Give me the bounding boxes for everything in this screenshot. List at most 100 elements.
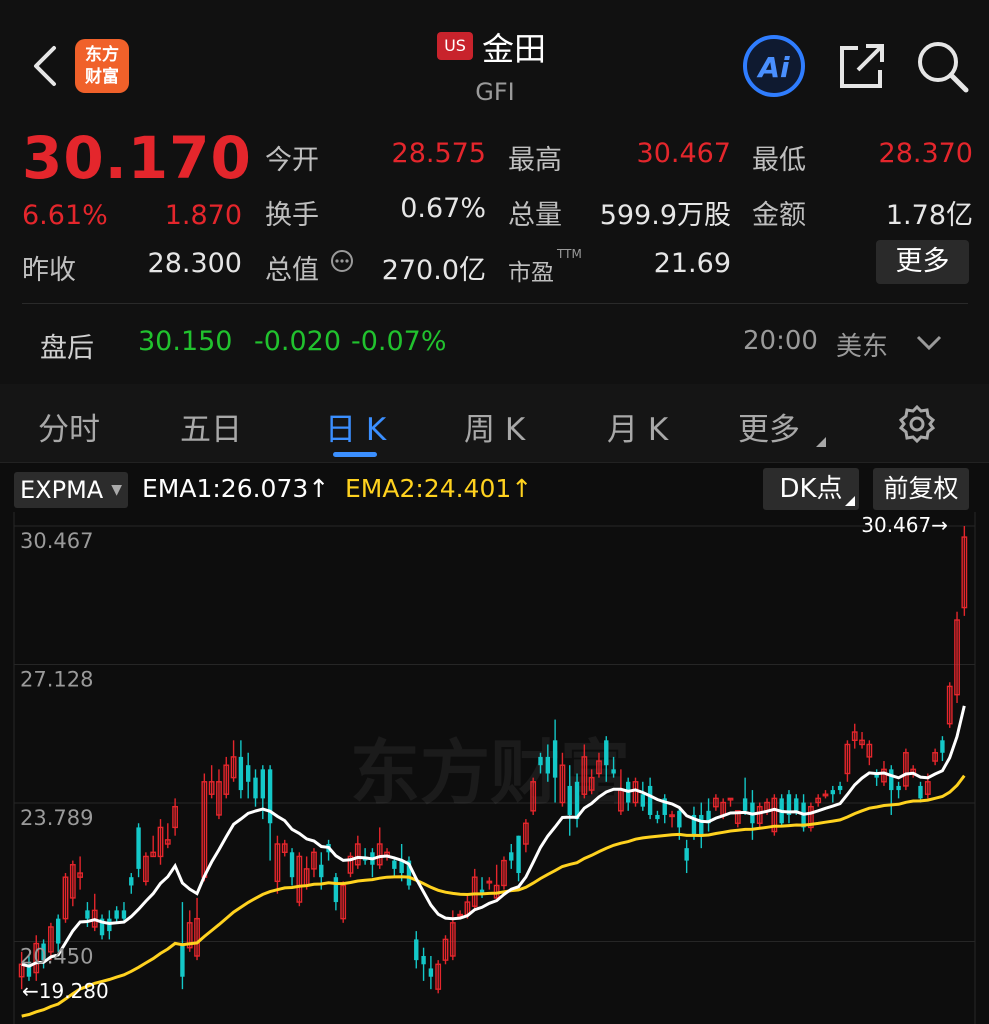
candle-body <box>940 740 945 753</box>
settings-gear-icon[interactable] <box>897 404 937 448</box>
candle-body <box>538 756 543 766</box>
divider <box>22 303 968 304</box>
turnover-label: 换手 <box>265 200 319 231</box>
adjust-button[interactable]: 前复权 <box>873 468 969 510</box>
candle-body <box>114 910 119 919</box>
ai-assistant-button[interactable]: Ai <box>742 34 806 98</box>
dk-corner-icon <box>845 496 855 506</box>
amount-value: 1.78亿 <box>885 200 973 231</box>
candle-body <box>742 798 748 811</box>
candle-body <box>421 955 426 965</box>
y-tick-label: 23.789 <box>20 806 93 830</box>
candle-body <box>289 852 295 878</box>
dk-point-button[interactable]: DK点 <box>763 468 859 510</box>
ema1-value: EMA1:26.073↑ <box>142 474 330 503</box>
candle-body <box>611 769 616 774</box>
tab-intraday[interactable]: 分时 <box>38 404 100 449</box>
volume-value: 599.9万股 <box>599 200 731 231</box>
open-value: 28.575 <box>391 138 486 169</box>
candle-body <box>509 852 514 861</box>
after-hours-change: -0.020 <box>254 326 342 357</box>
candle-body <box>253 777 258 799</box>
tab-five-day[interactable]: 五日 <box>180 404 242 449</box>
candle-body <box>85 910 90 919</box>
amount-label: 金额 <box>752 200 806 231</box>
pe-superscript: TTM <box>557 247 582 261</box>
candle-body <box>889 769 894 791</box>
candle-body <box>794 798 799 811</box>
open-label: 今开 <box>265 145 319 176</box>
candle-body <box>604 740 609 766</box>
candle-body <box>428 968 434 977</box>
candle-body <box>333 877 339 903</box>
candle-body <box>516 835 521 874</box>
y-tick-label: 20.450 <box>20 944 93 968</box>
tab-monthly-k[interactable]: 月 K <box>607 404 668 449</box>
tab-more-corner-icon <box>816 432 826 451</box>
last-price: 30.170 <box>22 124 252 192</box>
app-logo[interactable]: 东方 财富 <box>75 39 129 93</box>
candle-body <box>552 740 558 778</box>
candle-body <box>414 939 419 961</box>
candle-body <box>837 785 843 791</box>
pe-label: 市盈 <box>508 260 554 286</box>
pe-value: 21.69 <box>653 248 731 279</box>
y-tick-label: 30.467 <box>20 529 93 553</box>
high-label: 最高 <box>508 145 562 176</box>
candle-body <box>246 765 251 782</box>
candle-body <box>121 910 127 919</box>
active-tab-indicator <box>333 452 377 457</box>
after-hours-change-percent: -0.07% <box>351 326 447 357</box>
min-price-label: ←19.280 <box>22 979 109 1003</box>
candle-body <box>545 756 550 774</box>
after-hours-timezone: 美东 <box>836 332 889 362</box>
ema2-value: EMA2:24.401↑ <box>345 474 533 503</box>
ai-label: Ai <box>756 51 790 84</box>
high-value: 30.467 <box>636 138 731 169</box>
tab-weekly-k[interactable]: 周 K <box>464 404 525 449</box>
tab-daily-k[interactable]: 日 K <box>325 404 386 449</box>
candle-body <box>392 860 397 869</box>
indicator-selector[interactable]: EXPMA ▼ <box>14 472 128 508</box>
more-info-icon[interactable] <box>330 249 354 277</box>
low-value: 28.370 <box>878 138 973 169</box>
candle-body <box>830 790 835 795</box>
candle-body <box>260 769 265 799</box>
candlestick-chart[interactable]: 东方财富 30.467 27.128 23.789 20.450 30.467→ ←1… <box>0 512 989 1024</box>
market-cap-label: 总值 <box>265 255 319 286</box>
expand-chevron-icon[interactable] <box>914 333 944 357</box>
candle-body <box>56 918 61 944</box>
after-hours-label: 盘后 <box>40 333 94 364</box>
market-badge: US <box>437 32 473 60</box>
watermark: 东方财富 <box>350 731 630 814</box>
change-percent: 6.61% <box>22 200 108 231</box>
change-amount: 1.870 <box>164 200 242 231</box>
indicator-selector-label: EXPMA <box>20 476 104 504</box>
share-icon[interactable] <box>836 40 888 92</box>
prev-close-label: 昨收 <box>22 255 76 286</box>
max-price-label: 30.467→ <box>861 513 948 537</box>
stock-name: 金田 <box>482 30 547 68</box>
candle-body <box>655 814 660 820</box>
after-hours-price: 30.150 <box>138 326 233 357</box>
after-hours-time: 20:00 <box>743 326 818 356</box>
tab-more[interactable]: 更多 <box>738 404 800 449</box>
candle-body <box>238 756 244 791</box>
dropdown-caret-icon: ▼ <box>111 482 122 498</box>
search-icon[interactable] <box>914 38 970 94</box>
candle-body <box>896 785 901 791</box>
logo-line-1: 东方 <box>85 45 119 65</box>
candle-body <box>136 827 141 869</box>
candle-body <box>647 785 653 815</box>
dk-point-label: DK点 <box>779 474 843 504</box>
candle-body <box>319 864 324 878</box>
candle-body <box>567 785 572 815</box>
candle-body <box>180 943 185 977</box>
back-icon[interactable] <box>28 42 64 90</box>
candle-body <box>640 794 645 807</box>
candle-body <box>684 848 689 861</box>
more-button[interactable]: 更多 <box>876 240 969 284</box>
candle-body <box>267 769 273 824</box>
y-tick-label: 27.128 <box>20 667 93 691</box>
candle-body <box>918 785 923 799</box>
